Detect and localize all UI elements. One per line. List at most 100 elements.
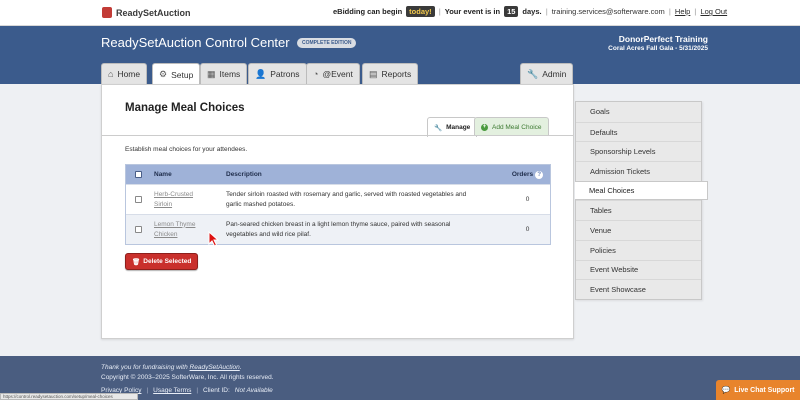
header-orders[interactable]: Orders? xyxy=(505,170,550,179)
description-line: vegetables and wild rice pilaf. xyxy=(226,230,311,238)
tab-label: @Event xyxy=(322,69,353,79)
description-line: Tender sirloin roasted with rosemary and… xyxy=(226,190,467,198)
select-all-checkbox[interactable] xyxy=(134,171,142,178)
side-item-meal-choices[interactable]: Meal Choices xyxy=(575,180,708,201)
event-days-badge: 15 xyxy=(504,6,519,17)
chat-icon: 💬 xyxy=(721,387,731,394)
table-header: Name Description Orders? xyxy=(126,165,550,184)
divider: | xyxy=(694,7,697,16)
divider: | xyxy=(545,7,548,16)
thanks-text: Thank you for fundraising with xyxy=(101,364,188,371)
event-status: eBidding can begin today! | Your event i… xyxy=(333,6,727,17)
mouse-cursor-icon xyxy=(208,231,219,247)
tab-label: Items xyxy=(219,69,241,79)
home-icon: ⌂ xyxy=(108,69,114,79)
logo-text: ReadySetAuction xyxy=(116,7,191,18)
event-name: Coral Acres Fall Gala - 5/31/2025 xyxy=(608,45,708,52)
logout-link[interactable]: Log Out xyxy=(700,7,727,16)
meal-orders: 0 xyxy=(525,196,530,203)
description-line: Pan-seared chicken breast in a light lem… xyxy=(226,220,451,228)
tab-label: Home xyxy=(117,69,141,79)
reports-icon: ▤ xyxy=(369,68,378,79)
meal-choices-table: Name Description Orders? Herb-Crusted Si… xyxy=(125,164,551,245)
app-title: ReadySetAuction Control Center xyxy=(101,35,290,50)
side-item-defaults[interactable]: Defaults xyxy=(576,121,701,142)
table-row: Herb-Crusted Sirloin Tender sirloin roas… xyxy=(126,184,550,214)
tab-manage[interactable]: 🔧 Manage xyxy=(427,117,478,137)
meal-description: Tender sirloin roasted with rosemary and… xyxy=(223,190,505,210)
divider: | xyxy=(146,387,149,394)
browser-status-url: https://control.readysetauction.com/setu… xyxy=(0,393,138,400)
edition-badge: COMPLETE EDITION xyxy=(297,38,357,48)
side-item-tables[interactable]: Tables xyxy=(576,200,701,220)
user-email: training.services@softerware.com xyxy=(551,7,665,16)
gear-icon: ⚙ xyxy=(159,69,168,79)
tab-event[interactable]: ◔ @Event xyxy=(306,63,360,84)
thanks-period: . xyxy=(239,364,242,371)
org-info: DonorPerfect Training Coral Acres Fall G… xyxy=(608,34,708,52)
ebidding-badge: today! xyxy=(406,6,435,17)
side-item-venue[interactable]: Venue xyxy=(576,220,701,240)
intro-text: Establish meal choices for your attendee… xyxy=(125,146,248,153)
patrons-icon: 👤 xyxy=(255,68,267,79)
description-line: garlic mashed potatoes. xyxy=(226,200,296,208)
side-item-event-website[interactable]: Event Website xyxy=(576,259,701,280)
logo-icon xyxy=(102,7,112,18)
divider: | xyxy=(668,7,671,16)
tab-label: Add Meal Choice xyxy=(492,123,542,131)
tab-label: Patrons xyxy=(270,69,300,79)
meal-description: Pan-seared chicken breast in a light lem… xyxy=(223,220,505,240)
readysetauction-link[interactable]: ReadySetAuction xyxy=(190,364,240,371)
tab-label: Setup xyxy=(171,69,194,80)
tab-setup[interactable]: ⚙ Setup xyxy=(152,63,201,85)
event-countdown-suffix: days. xyxy=(522,7,542,16)
delete-label: Delete Selected xyxy=(143,258,192,265)
header-name[interactable]: Name xyxy=(150,171,223,178)
client-id-value: Not Available xyxy=(234,387,273,394)
divider xyxy=(102,135,573,136)
side-item-goals[interactable]: Goals xyxy=(576,102,701,122)
side-item-event-showcase[interactable]: Event Showcase xyxy=(576,279,701,299)
header-description[interactable]: Description xyxy=(223,170,505,180)
client-id-label: Client ID: xyxy=(203,387,230,394)
tab-admin[interactable]: 🔧 Admin xyxy=(520,63,574,84)
tab-label: Manage xyxy=(446,124,471,131)
divider: | xyxy=(438,7,441,16)
footer-thanks: Thank you for fundraising with ReadySetA… xyxy=(101,364,242,371)
tab-label: Reports xyxy=(381,69,412,79)
org-name: DonorPerfect Training xyxy=(618,34,708,44)
delete-selected-button[interactable]: 🗑 Delete Selected xyxy=(125,253,199,270)
copyright: Copyright © 2003–2025 SofterWare, Inc. A… xyxy=(101,374,274,381)
tab-add-meal-choice[interactable]: + Add Meal Choice xyxy=(474,117,549,136)
row-checkbox[interactable] xyxy=(134,226,142,233)
tab-reports[interactable]: ▤ Reports xyxy=(362,63,419,84)
usage-terms-link[interactable]: Usage Terms xyxy=(153,387,191,394)
wrench-icon: 🔧 xyxy=(527,68,539,79)
divider: | xyxy=(196,387,199,394)
side-item-policies[interactable]: Policies xyxy=(576,239,701,260)
plus-circle-icon: + xyxy=(481,123,488,131)
side-item-admission-tickets[interactable]: Admission Tickets xyxy=(576,161,701,181)
meal-name-line: Lemon Thyme xyxy=(154,220,196,228)
row-checkbox[interactable] xyxy=(134,196,142,203)
tab-home[interactable]: ⌂ Home xyxy=(101,63,148,84)
live-chat-button[interactable]: 💬 Live Chat Support xyxy=(716,380,800,400)
wrench-icon: 🔧 xyxy=(434,124,443,132)
top-bar: ReadySetAuction eBidding can begin today… xyxy=(0,0,800,26)
header-orders-label: Orders xyxy=(511,170,534,178)
side-item-sponsorship-levels[interactable]: Sponsorship Levels xyxy=(576,141,701,161)
trash-icon: 🗑 xyxy=(132,258,141,266)
page-title: Manage Meal Choices xyxy=(125,102,245,114)
table-row: Lemon Thyme Chicken Pan-seared chicken b… xyxy=(126,214,550,244)
tab-label: Admin xyxy=(542,69,567,79)
meal-name-link[interactable]: Herb-Crusted Sirloin xyxy=(150,190,223,210)
chat-label: Live Chat Support xyxy=(734,386,795,394)
meal-orders: 0 xyxy=(525,226,530,233)
help-icon[interactable]: ? xyxy=(535,170,544,179)
tab-items[interactable]: ▦ Items xyxy=(200,63,248,84)
logo[interactable]: ReadySetAuction xyxy=(102,7,191,18)
tab-patrons[interactable]: 👤 Patrons xyxy=(248,63,307,84)
setup-side-nav: Goals Defaults Sponsorship Levels Admiss… xyxy=(575,101,708,300)
event-countdown-prefix: Your event is in xyxy=(444,7,501,16)
help-link[interactable]: Help xyxy=(675,7,690,16)
